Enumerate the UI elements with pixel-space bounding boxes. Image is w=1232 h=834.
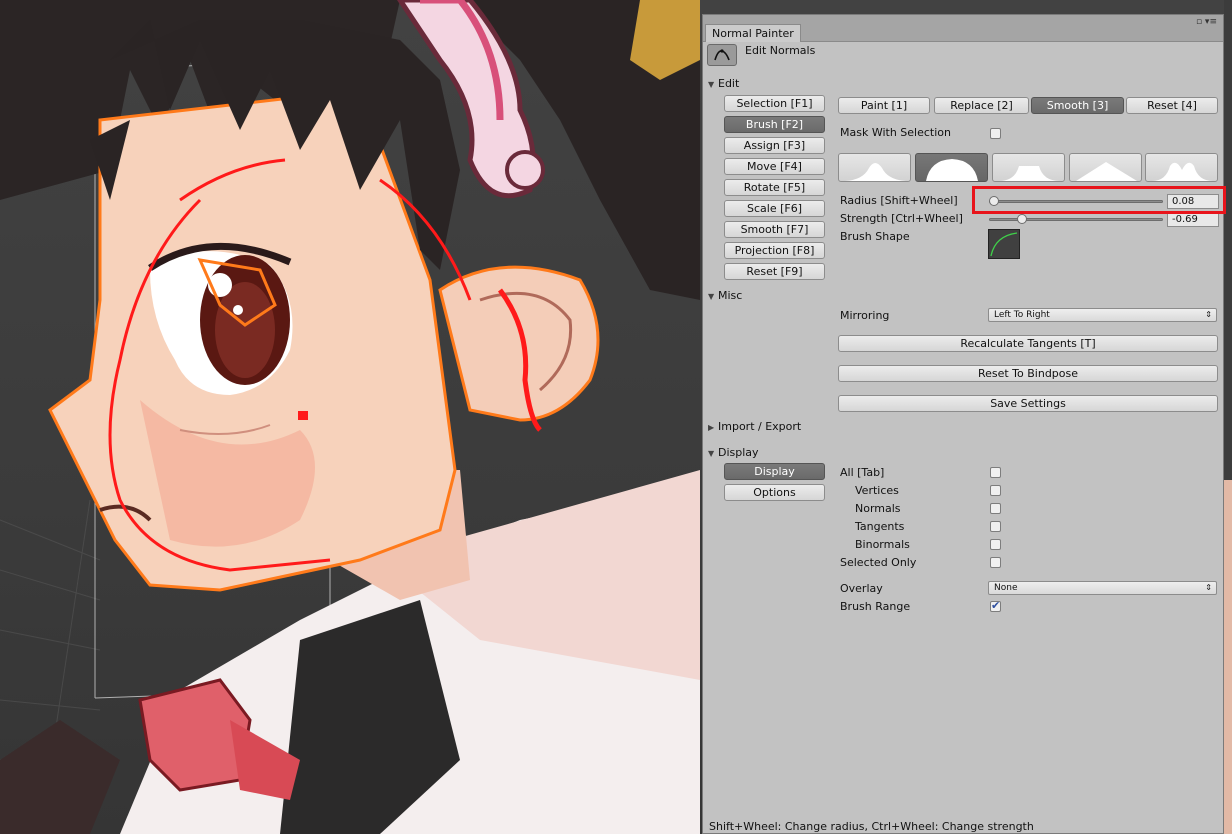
- dropdown-arrow-icon: ⇕: [1205, 310, 1212, 319]
- edit-mode-button[interactable]: Rotate [F5]: [724, 179, 825, 196]
- normals-checkbox[interactable]: [990, 503, 1001, 514]
- foldout-collapsed-icon: ▶: [708, 423, 715, 432]
- brush-shape-2-icon: [926, 159, 978, 181]
- radius-highlight-box: [972, 186, 1226, 214]
- mask-with-selection-label: Mask With Selection: [840, 126, 951, 139]
- tool-label: Edit Normals: [745, 44, 816, 57]
- foldout-expanded-icon: ▼: [708, 80, 715, 89]
- foldout-edit[interactable]: ▼ Edit: [708, 77, 739, 92]
- brush-mode-reset-button[interactable]: Reset [4]: [1126, 97, 1218, 114]
- foldout-expanded-icon: ▼: [708, 449, 715, 458]
- mirroring-label: Mirroring: [840, 309, 890, 322]
- foldout-import-export-label: Import / Export: [718, 420, 802, 433]
- brush-shape-5-icon: [1152, 162, 1213, 181]
- options-tab-button[interactable]: Options: [724, 484, 825, 501]
- brush-shape-2-button[interactable]: [915, 153, 988, 182]
- foldout-edit-label: Edit: [718, 77, 740, 90]
- reset-to-bindpose-button[interactable]: Reset To Bindpose: [838, 365, 1218, 382]
- brush-shape-4-icon: [1076, 162, 1137, 181]
- edit-mode-button[interactable]: Assign [F3]: [724, 137, 825, 154]
- mirroring-dropdown[interactable]: Left To Right ⇕: [988, 308, 1217, 322]
- recalculate-tangents-button[interactable]: Recalculate Tangents [T]: [838, 335, 1218, 352]
- brush-shape-5-button[interactable]: [1145, 153, 1218, 182]
- window-tab[interactable]: Normal Painter: [705, 24, 801, 42]
- mask-with-selection-checkbox[interactable]: [990, 128, 1001, 139]
- vertices-label: Vertices: [855, 484, 899, 497]
- selected-only-label: Selected Only: [840, 556, 917, 569]
- radius-label: Radius [Shift+Wheel]: [840, 194, 958, 207]
- save-settings-button[interactable]: Save Settings: [838, 395, 1218, 412]
- binormals-checkbox[interactable]: [990, 539, 1001, 550]
- brush-range-label: Brush Range: [840, 600, 911, 613]
- foldout-import-export[interactable]: ▶ Import / Export: [708, 420, 801, 435]
- edit-mode-button[interactable]: Projection [F8]: [724, 242, 825, 259]
- all-label: All [Tab]: [840, 466, 885, 479]
- status-bar: Shift+Wheel: Change radius, Ctrl+Wheel: …: [709, 820, 1034, 833]
- strength-slider-thumb[interactable]: [1016, 214, 1027, 224]
- brush-shape-1-button[interactable]: [838, 153, 911, 182]
- display-tab-button[interactable]: Display: [724, 463, 825, 480]
- foldout-display-label: Display: [718, 446, 759, 459]
- foldout-expanded-icon: ▼: [708, 292, 715, 301]
- edit-mode-button[interactable]: Reset [F9]: [724, 263, 825, 280]
- foldout-display[interactable]: ▼ Display: [708, 446, 759, 461]
- brush-shape-3-button[interactable]: [992, 153, 1065, 182]
- edit-mode-button[interactable]: Move [F4]: [724, 158, 825, 175]
- brush-shape-4-button[interactable]: [1069, 153, 1142, 182]
- foldout-misc[interactable]: ▼ Misc: [708, 289, 742, 304]
- tangents-label: Tangents: [855, 520, 905, 533]
- brush-range-checkbox[interactable]: [990, 599, 1001, 612]
- all-checkbox[interactable]: [990, 467, 1001, 478]
- foldout-misc-label: Misc: [718, 289, 743, 302]
- window-tab-bar: Normal Painter ▫ ▾≡: [703, 15, 1223, 42]
- edit-normals-tool-button[interactable]: [707, 44, 737, 66]
- overlay-label: Overlay: [840, 582, 883, 595]
- brush-shape-1-icon: [845, 163, 906, 181]
- edit-mode-button[interactable]: Brush [F2]: [724, 116, 825, 133]
- normal-painter-window: Normal Painter ▫ ▾≡ Edit Normals ▼ Edit S…: [702, 14, 1224, 834]
- strength-label: Strength [Ctrl+Wheel]: [840, 212, 963, 225]
- normals-label: Normals: [855, 502, 901, 515]
- selected-only-checkbox[interactable]: [990, 557, 1001, 568]
- falloff-curve-icon: [990, 232, 1018, 257]
- window-menu-icon[interactable]: ▫ ▾≡: [1196, 18, 1217, 27]
- brush-shape-label: Brush Shape: [840, 230, 910, 243]
- brush-curve-field[interactable]: [988, 229, 1020, 259]
- vertices-checkbox[interactable]: [990, 485, 1001, 496]
- brush-mode-paint-button[interactable]: Paint [1]: [838, 97, 930, 114]
- dropdown-arrow-icon: ⇕: [1205, 583, 1212, 592]
- brush-mode-smooth-button[interactable]: Smooth [3]: [1031, 97, 1124, 114]
- edit-mode-button[interactable]: Selection [F1]: [724, 95, 825, 112]
- strength-field[interactable]: -0.69: [1167, 212, 1219, 227]
- overlay-dropdown[interactable]: None ⇕: [988, 581, 1217, 595]
- brush-shape-3-icon: [999, 166, 1060, 181]
- strength-slider-track[interactable]: [989, 218, 1163, 221]
- overlay-dropdown-value: None: [994, 583, 1018, 593]
- brush-mode-replace-button[interactable]: Replace [2]: [934, 97, 1029, 114]
- tangents-checkbox[interactable]: [990, 521, 1001, 532]
- binormals-label: Binormals: [855, 538, 910, 551]
- brush-curve-icon: [714, 49, 730, 61]
- mirroring-dropdown-value: Left To Right: [994, 310, 1050, 320]
- edit-mode-button[interactable]: Smooth [F7]: [724, 221, 825, 238]
- edit-mode-button[interactable]: Scale [F6]: [724, 200, 825, 217]
